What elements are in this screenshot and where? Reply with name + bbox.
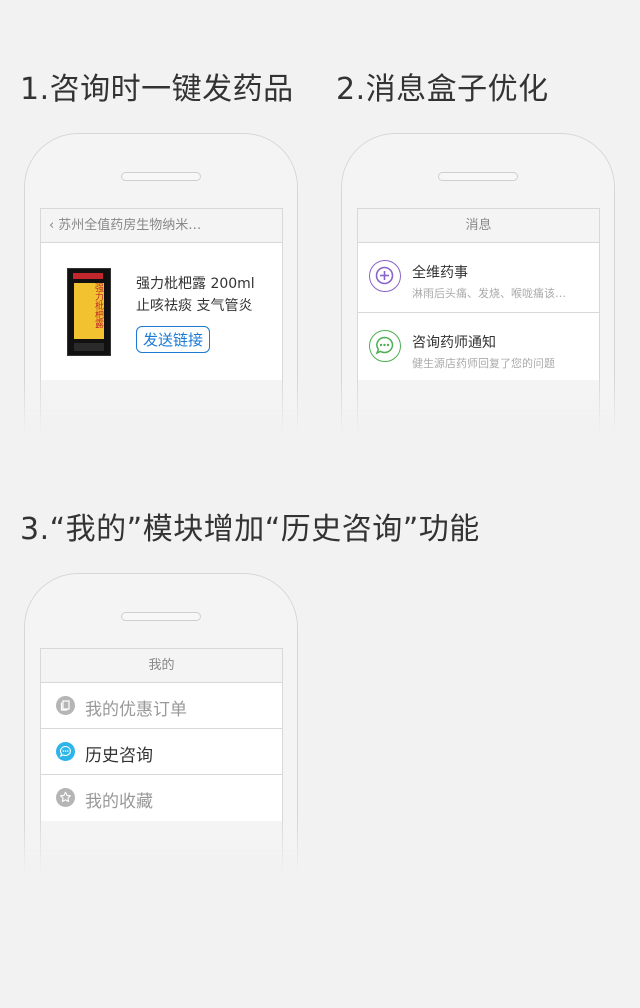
menu-item-favorites[interactable]: 我的收藏 (41, 775, 282, 821)
phone-mockup-mine: 我的 我的优惠订单 历史咨询 我的收藏 (24, 573, 298, 875)
message-list: 全维药事 淋雨后头痛、发烧、喉咙痛该… 咨询药师通知 健生源店药师回复了您的问题 (358, 243, 599, 380)
menu-item-label: 我的收藏 (85, 792, 153, 812)
phone-mockup-consult: ‹ 苏州全值药房生物纳米… 强力枇杷露 强力枇杷露 200ml 止咳祛痰 支气管炎… (24, 133, 298, 435)
menu-item-label: 我的优惠订单 (85, 700, 187, 720)
message-preview: 淋雨后头痛、发烧、喉咙痛该… (412, 287, 566, 300)
message-item-consult-notice[interactable]: 咨询药师通知 健生源店药师回复了您的问题 (358, 313, 599, 380)
phone-speaker (121, 612, 201, 621)
chat-bubble-icon (369, 330, 401, 362)
phone-screen: 消息 全维药事 淋雨后头痛、发烧、喉咙痛该… 咨询药师通知 健生源店药师回复了您… (357, 208, 600, 435)
phone-screen: 我的 我的优惠订单 历史咨询 我的收藏 (40, 648, 283, 875)
back-arrow-icon[interactable]: ‹ (49, 209, 54, 242)
product-name: 强力枇杷露 200ml (136, 276, 255, 292)
message-title: 咨询药师通知 (412, 335, 496, 351)
phone-speaker (438, 172, 518, 181)
phone-mockup-messages: 消息 全维药事 淋雨后头痛、发烧、喉咙痛该… 咨询药师通知 健生源店药师回复了您… (341, 133, 615, 435)
send-link-button[interactable]: 发送链接 (136, 326, 210, 353)
menu-item-label: 历史咨询 (85, 746, 153, 766)
phone-screen: ‹ 苏州全值药房生物纳米… 强力枇杷露 强力枇杷露 200ml 止咳祛痰 支气管炎… (40, 208, 283, 435)
chat-header: ‹ 苏州全值药房生物纳米… (41, 209, 282, 243)
chat-bubble-icon (56, 742, 75, 761)
message-title: 全维药事 (412, 265, 468, 281)
star-icon (56, 788, 75, 807)
plus-circle-icon (369, 260, 401, 292)
mine-menu: 我的优惠订单 历史咨询 我的收藏 (41, 683, 282, 821)
section-title-2: 2.消息盒子优化 (336, 72, 549, 107)
section-title-1: 1.咨询时一键发药品 (20, 72, 294, 107)
section-title-3: 3.“我的”模块增加“历史咨询”功能 (20, 512, 480, 547)
product-desc: 止咳祛痰 支气管炎 (136, 298, 253, 314)
chat-header-title: 苏州全值药房生物纳米… (58, 218, 202, 233)
mine-header: 我的 (41, 649, 282, 683)
menu-item-coupon-orders[interactable]: 我的优惠订单 (41, 683, 282, 729)
message-item-pharmacy[interactable]: 全维药事 淋雨后头痛、发烧、喉咙痛该… (358, 243, 599, 313)
phone-speaker (121, 172, 201, 181)
product-card[interactable]: 强力枇杷露 强力枇杷露 200ml 止咳祛痰 支气管炎 发送链接 (41, 243, 282, 380)
messages-header: 消息 (358, 209, 599, 243)
message-preview: 健生源店药师回复了您的问题 (412, 357, 555, 370)
menu-item-history-consult[interactable]: 历史咨询 (41, 729, 282, 775)
copy-icon (56, 696, 75, 715)
medicine-box-image: 强力枇杷露 (67, 268, 111, 356)
